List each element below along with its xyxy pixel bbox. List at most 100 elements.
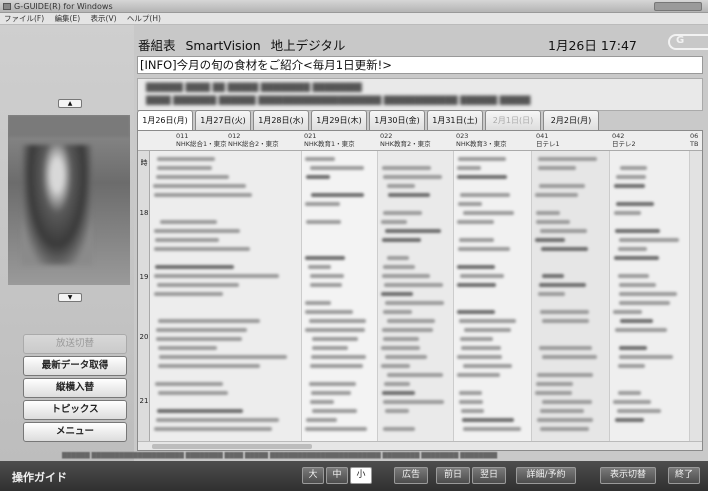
topics-button[interactable]: トピックス	[23, 400, 127, 420]
info-bar[interactable]: [INFO]今月の旬の食材をご紹介<毎月1日更新!>	[137, 56, 703, 74]
display-toggle-button[interactable]: 表示切替	[600, 467, 656, 484]
program-text-placeholder	[158, 364, 260, 368]
program-text-placeholder	[616, 202, 654, 206]
header-titles: 番組表 SmartVision 地上デジタル	[138, 35, 345, 54]
program-text-placeholder	[460, 274, 504, 278]
program-text-placeholder	[537, 418, 593, 422]
program-text-placeholder	[311, 193, 364, 197]
program-text-placeholder	[620, 319, 653, 323]
program-column[interactable]	[690, 151, 702, 441]
program-text-placeholder	[618, 364, 645, 368]
scroll-down-button[interactable]: ▼	[58, 293, 82, 302]
program-text-placeholder	[614, 184, 645, 188]
program-text-placeholder	[160, 220, 217, 224]
program-column[interactable]	[302, 151, 378, 441]
program-text-placeholder	[157, 157, 215, 161]
program-text-placeholder	[154, 427, 272, 431]
current-datetime: 1月26日 17:47	[548, 38, 637, 53]
ad-banner[interactable]: ██████ ████ ██ █████ ████████ ████████ █…	[137, 78, 703, 111]
program-text-placeholder	[540, 409, 584, 413]
program-text-placeholder	[619, 283, 656, 287]
program-text-placeholder	[541, 247, 588, 251]
program-column[interactable]	[532, 151, 610, 441]
tab-date-7[interactable]: 2月2日(月)	[543, 110, 599, 130]
tab-date-3[interactable]: 1月29日(木)	[311, 110, 367, 130]
program-text-placeholder	[457, 166, 481, 170]
previous-day-button[interactable]: 前日	[436, 467, 470, 484]
size-large-button[interactable]: 大	[302, 467, 324, 484]
program-text-placeholder	[385, 409, 409, 413]
channel-6[interactable]: 042 日テレ2	[612, 132, 636, 148]
menu-file[interactable]: ファイル(F)	[4, 14, 44, 23]
program-text-placeholder	[617, 409, 661, 413]
program-text-placeholder	[156, 175, 229, 179]
brand-logo	[668, 34, 708, 50]
size-small-button[interactable]: 小	[350, 467, 372, 484]
program-text-placeholder	[310, 283, 342, 287]
program-column[interactable]	[454, 151, 532, 441]
channel-4[interactable]: 023 NHK教育3・東京	[456, 132, 507, 148]
program-text-placeholder	[542, 400, 592, 404]
program-text-placeholder	[382, 328, 433, 332]
channel-2[interactable]: 021 NHK教育1・東京	[304, 132, 355, 148]
tab-date-1[interactable]: 1月27日(火)	[195, 110, 251, 130]
program-text-placeholder	[154, 229, 240, 233]
program-text-placeholder	[540, 427, 589, 431]
channel-0[interactable]: 011 NHK総合1・東京	[176, 132, 227, 148]
program-text-placeholder	[387, 319, 435, 323]
section-title: 番組表	[138, 38, 176, 53]
program-text-placeholder	[382, 238, 421, 242]
program-text-placeholder	[387, 256, 409, 260]
program-text-placeholder	[159, 355, 287, 359]
swap-orientation-button[interactable]: 縦横入替	[23, 378, 127, 398]
program-text-placeholder	[306, 220, 341, 224]
channel-7[interactable]: 06 TB	[690, 132, 698, 148]
exit-button[interactable]: 終了	[668, 467, 700, 484]
program-text-placeholder	[615, 328, 667, 332]
tab-date-6[interactable]: 2月1日(日)	[485, 110, 541, 130]
program-column[interactable]	[150, 151, 302, 441]
program-column[interactable]	[378, 151, 454, 441]
program-column[interactable]	[610, 151, 690, 441]
channel-1[interactable]: 012 NHK総合2・東京	[228, 132, 279, 148]
next-day-button[interactable]: 翌日	[472, 467, 506, 484]
program-text-placeholder	[310, 166, 364, 170]
window-controls[interactable]	[654, 2, 702, 11]
channel-5[interactable]: 041 日テレ1	[536, 132, 560, 148]
broadcast-switch-button[interactable]: 放送切替	[23, 334, 127, 354]
fetch-latest-data-button[interactable]: 最新データ取得	[23, 356, 127, 376]
program-text-placeholder	[538, 157, 597, 161]
program-text-placeholder	[540, 229, 587, 233]
program-text-placeholder	[383, 427, 415, 431]
menu-help[interactable]: ヘルプ(H)	[127, 14, 161, 23]
tab-date-0[interactable]: 1月26日(月)	[137, 110, 193, 131]
program-text-placeholder	[457, 355, 502, 359]
program-text-placeholder	[535, 391, 572, 395]
band-name: 地上デジタル	[270, 38, 346, 53]
ad-image[interactable]	[8, 115, 130, 285]
tab-date-5[interactable]: 1月31日(土)	[427, 110, 483, 130]
tab-date-2[interactable]: 1月28日(水)	[253, 110, 309, 130]
size-medium-button[interactable]: 中	[326, 467, 348, 484]
scrollbar-thumb[interactable]	[152, 444, 312, 449]
program-text-placeholder	[311, 391, 351, 395]
menu-edit[interactable]: 編集(E)	[55, 14, 81, 23]
program-text-placeholder	[310, 364, 363, 368]
program-text-placeholder	[305, 310, 353, 314]
horizontal-scrollbar[interactable]	[138, 441, 702, 450]
scroll-up-button[interactable]: ▲	[58, 99, 82, 108]
channel-3[interactable]: 022 NHK教育2・東京	[380, 132, 431, 148]
program-text-placeholder	[539, 346, 592, 350]
program-text-placeholder	[158, 346, 217, 350]
program-text-placeholder	[305, 202, 340, 206]
menu-view[interactable]: 表示(V)	[91, 14, 117, 23]
menu-button[interactable]: メニュー	[23, 422, 127, 442]
tab-date-4[interactable]: 1月30日(金)	[369, 110, 425, 130]
program-text-placeholder	[542, 274, 564, 278]
program-text-placeholder	[461, 346, 501, 350]
ad-button[interactable]: 広告	[394, 467, 428, 484]
program-text-placeholder	[536, 220, 570, 224]
program-text-placeholder	[459, 319, 516, 323]
details-reserve-button[interactable]: 詳細/予約	[516, 467, 576, 484]
banner-line-2: ████ ███████ ██████ ████████████████████…	[146, 96, 531, 105]
